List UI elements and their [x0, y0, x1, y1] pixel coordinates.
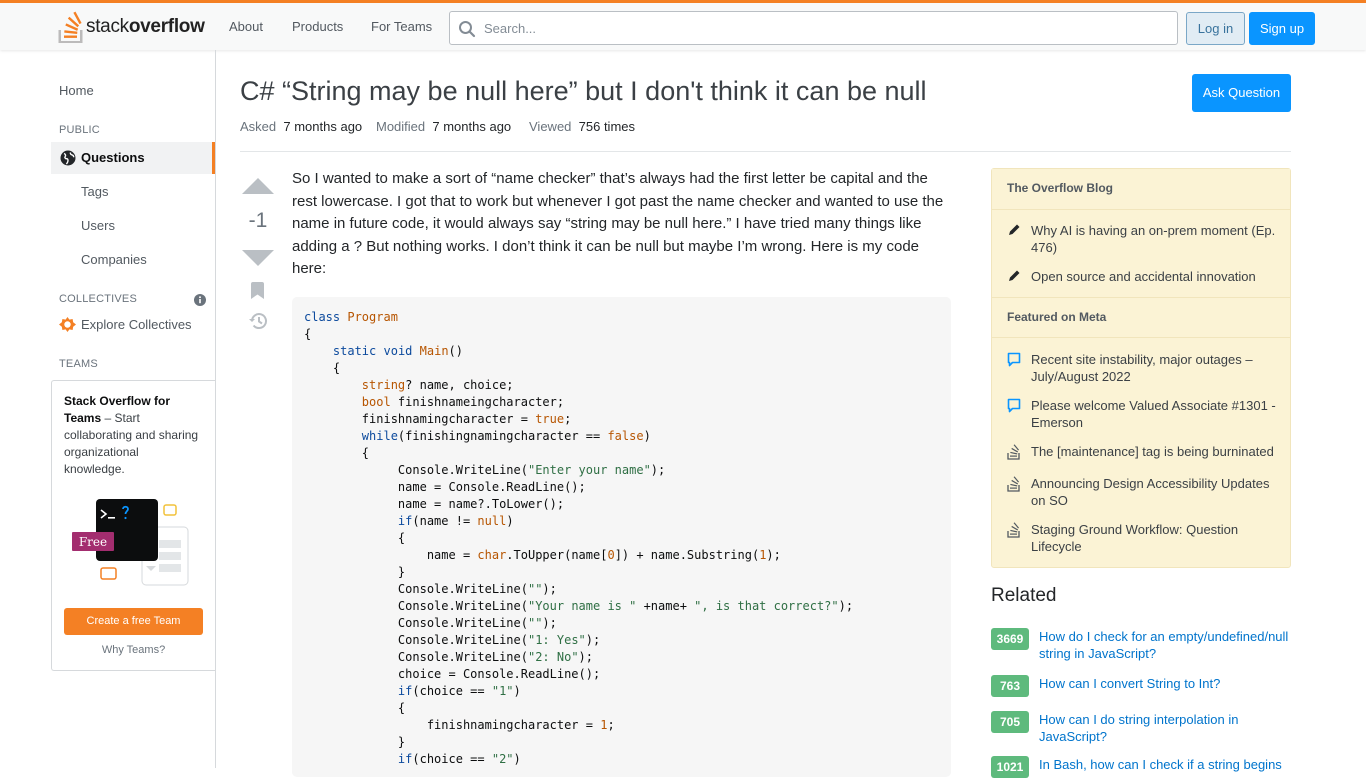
signup-button[interactable]: Sign up: [1249, 12, 1315, 45]
overflow-blog-panel: The Overflow Blog Why AI is having an on…: [991, 168, 1291, 568]
related-link[interactable]: How can I convert String to Int?: [1039, 675, 1291, 697]
history-icon[interactable]: [249, 312, 268, 330]
meta-item-label: Recent site instability, major outages –…: [1031, 352, 1253, 384]
free-badge-label: Free: [79, 535, 107, 549]
chat-bubble-icon: [1007, 397, 1031, 431]
related-item[interactable]: 705 How can I do string interpolation in…: [991, 711, 1291, 745]
related-link[interactable]: How do I check for an empty/undefined/nu…: [1039, 628, 1291, 662]
meta-item-label: Announcing Design Accessibility Updates …: [1031, 476, 1270, 508]
collectives-icon: [59, 316, 76, 333]
meta-modified: Modified 7 months ago: [376, 119, 512, 134]
info-icon[interactable]: [194, 294, 206, 306]
related-score-badge: 3669: [991, 628, 1029, 650]
login-button[interactable]: Log in: [1186, 12, 1245, 45]
blog-item[interactable]: Open source and accidental innovation: [1007, 268, 1277, 287]
related-score-badge: 763: [991, 675, 1029, 697]
sidebar-item-users[interactable]: Users: [81, 218, 115, 233]
nav-products[interactable]: Products: [292, 19, 343, 34]
globe-icon: [60, 150, 76, 166]
stack-logo-small-icon: [1007, 443, 1031, 464]
pencil-icon: [1007, 268, 1031, 287]
meta-item[interactable]: Recent site instability, major outages –…: [1007, 351, 1277, 385]
search-icon: [459, 21, 476, 38]
meta-item[interactable]: Please welcome Valued Associate #1301 - …: [1007, 397, 1277, 431]
ask-question-button[interactable]: Ask Question: [1192, 74, 1291, 112]
logo-text: stackoverflow: [86, 16, 205, 37]
stack-logo-icon: [58, 11, 83, 43]
blog-heading: The Overflow Blog: [992, 169, 1290, 210]
nav-for-teams[interactable]: For Teams: [371, 19, 432, 34]
related-link[interactable]: How can I do string interpolation in Jav…: [1039, 711, 1291, 745]
question-title[interactable]: C# “String may be null here” but I don't…: [240, 76, 927, 107]
search-input[interactable]: [482, 12, 1162, 44]
nav-about[interactable]: About: [229, 19, 263, 34]
meta-item[interactable]: The [maintenance] tag is being burninate…: [1007, 443, 1277, 464]
blog-item-label: Open source and accidental innovation: [1031, 269, 1256, 284]
sidebar-item-questions[interactable]: Questions: [51, 142, 215, 174]
blog-item-label: Why AI is having an on-prem moment (Ep. …: [1031, 223, 1276, 255]
pencil-icon: [1007, 222, 1031, 256]
meta-asked: Asked 7 months ago: [240, 119, 363, 134]
sidebar-heading-teams: TEAMS: [59, 358, 98, 370]
search-box[interactable]: [449, 11, 1178, 45]
sidebar-heading-collectives: COLLECTIVES: [59, 293, 138, 305]
related-item[interactable]: 1021 In Bash, how can I check if a strin…: [991, 756, 1291, 778]
vote-count: -1: [248, 209, 268, 232]
top-bar: stackoverflow About Products For Teams L…: [0, 0, 1366, 50]
blog-item[interactable]: Why AI is having an on-prem moment (Ep. …: [1007, 222, 1277, 256]
sidebar-item-tags[interactable]: Tags: [81, 184, 108, 199]
meta-heading: Featured on Meta: [992, 297, 1290, 338]
left-sidebar: Home PUBLIC Questions Tags Users Compani…: [0, 50, 216, 768]
why-teams-link[interactable]: Why Teams?: [52, 644, 215, 656]
meta-viewed: Viewed 756 times: [529, 119, 636, 134]
meta-item-label: Staging Ground Workflow: Question Lifecy…: [1031, 522, 1239, 554]
teams-promo-text: Stack Overflow for Teams – Start collabo…: [64, 394, 199, 476]
bookmark-icon[interactable]: [251, 282, 264, 299]
meta-item[interactable]: Announcing Design Accessibility Updates …: [1007, 475, 1277, 509]
code-content: class Program { static void Main() { str…: [304, 310, 854, 766]
teams-illustration-icon: Free: [72, 499, 189, 586]
question-body: So I wanted to make a sort of “name chec…: [292, 170, 944, 277]
code-block: class Program { static void Main() { str…: [292, 297, 951, 777]
sidebar-heading-public: PUBLIC: [59, 124, 100, 136]
related-link[interactable]: In Bash, how can I check if a string beg…: [1039, 756, 1291, 778]
stack-logo-small-icon: [1007, 521, 1031, 555]
create-team-button[interactable]: Create a free Team: [64, 608, 203, 635]
related-score-badge: 1021: [991, 756, 1029, 778]
related-heading: Related: [991, 585, 1057, 606]
chat-bubble-icon: [1007, 351, 1031, 385]
sidebar-item-companies[interactable]: Companies: [81, 252, 147, 267]
upvote-icon[interactable]: [242, 178, 274, 194]
downvote-icon[interactable]: [242, 250, 274, 266]
sidebar-item-explore-collectives[interactable]: Explore Collectives: [81, 317, 192, 332]
related-item[interactable]: 3669 How do I check for an empty/undefin…: [991, 628, 1291, 662]
sidebar-item-home[interactable]: Home: [59, 83, 94, 98]
meta-item-label: Please welcome Valued Associate #1301 - …: [1031, 398, 1276, 430]
meta-item[interactable]: Staging Ground Workflow: Question Lifecy…: [1007, 521, 1277, 555]
meta-item-label: The [maintenance] tag is being burninate…: [1031, 444, 1274, 459]
header-divider: [240, 151, 1291, 152]
sidebar-item-questions-label: Questions: [81, 150, 145, 165]
stack-logo-small-icon: [1007, 475, 1031, 509]
related-score-badge: 705: [991, 711, 1029, 733]
site-logo[interactable]: stackoverflow: [58, 10, 205, 44]
teams-promo-card: Stack Overflow for Teams – Start collabo…: [51, 380, 216, 671]
related-item[interactable]: 763 How can I convert String to Int?: [991, 675, 1291, 697]
